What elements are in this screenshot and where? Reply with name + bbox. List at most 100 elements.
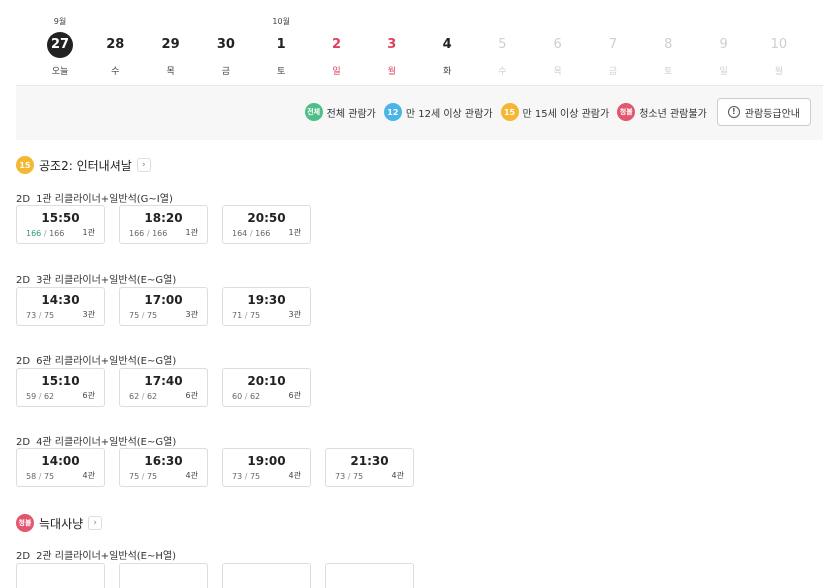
legend-label: 전체 관람가 (326, 108, 376, 120)
showtime-button[interactable]: 16:30 75 / 75 4관 (119, 448, 208, 487)
date-item[interactable]: 4화 (432, 32, 462, 77)
seat-count: 166 / 166 (129, 229, 167, 238)
rating-guide-button[interactable]: ! 관람등급안내 (716, 98, 811, 126)
hall-name: 6관 리클라이너+일반석(E~G열) (36, 356, 177, 367)
showtime-button[interactable] (16, 563, 105, 588)
date-item[interactable]: 27 오늘 (45, 32, 75, 77)
seat-count: 166 / 166 (26, 229, 64, 238)
seats-total: 75 (352, 472, 364, 481)
date-number: 27 (47, 32, 73, 58)
date-item[interactable]: 2일 (322, 32, 352, 77)
date-number: 6 (553, 37, 562, 52)
hall-name: 1관 리클라이너+일반석(G~I열) (36, 194, 173, 205)
date-item: 10 월 (764, 32, 794, 77)
format-label: 2D (16, 437, 31, 448)
seats-total: 166 (255, 229, 271, 238)
hall-name: 4관 리클라이너+일반석(E~G열) (36, 437, 177, 448)
seat-count: 60 / 62 (232, 392, 260, 401)
date-item[interactable]: 28 수 (100, 32, 130, 77)
seats-available: 59 (26, 392, 37, 401)
showtime-time: 20:50 (247, 211, 286, 225)
seats-total: 62 (146, 392, 158, 401)
legend-item: 청불 청소년 관람불가 (617, 103, 707, 121)
showtime-button[interactable]: 20:10 60 / 62 6관 (222, 368, 311, 407)
showtime-list-partial (16, 563, 414, 588)
seats-separator: / (41, 229, 50, 238)
month-label: 9월 (53, 17, 67, 26)
date-number: 9 (719, 37, 728, 52)
seat-count: 73 / 75 (26, 311, 54, 320)
seats-total: 75 (249, 472, 261, 481)
hall-label: 3관 (288, 310, 301, 319)
seats-total: 75 (43, 311, 55, 320)
info-icon: ! (727, 106, 740, 118)
showtime-button[interactable]: 15:10 59 / 62 6관 (16, 368, 105, 407)
legend-label: 만 15세 이상 관람가 (522, 108, 610, 120)
showtime-button[interactable]: 14:30 73 / 75 3관 (16, 287, 105, 326)
weekday-label: 목 (166, 67, 175, 77)
showtime-time: 15:50 (41, 211, 80, 225)
weekday-label: 오늘 (51, 67, 69, 77)
date-item[interactable]: 3월 (377, 32, 407, 77)
hall-label: 4관 (288, 471, 301, 480)
movie-title[interactable]: 공조2: 인터내셔날 (39, 157, 132, 174)
showtime-button[interactable] (325, 563, 414, 588)
showtime-time: 21:30 (350, 454, 389, 468)
rating-badge: 청불 (617, 103, 636, 121)
date-item[interactable]: 30 금 (211, 32, 241, 77)
date-number: 2 (331, 37, 342, 52)
weekday-label: 금 (608, 67, 618, 77)
showtime-button[interactable]: 19:00 73 / 75 4관 (222, 448, 311, 487)
showtime-list: 15:50 166 / 166 1관 18:20 166 / 166 1관 20:50 164… (16, 205, 311, 244)
chevron-right-icon[interactable]: › (136, 158, 151, 172)
legend-label: 청소년 관람불가 (639, 108, 707, 120)
seat-count: 58 / 75 (26, 472, 54, 481)
seats-separator: / (36, 472, 44, 481)
rating-badge-adult: 청불 (16, 514, 34, 532)
format-label: 2D (16, 194, 31, 205)
date-item: 9일 (709, 32, 739, 77)
date-item: 6목 (543, 32, 573, 77)
showtime-button[interactable]: 15:50 166 / 166 1관 (16, 205, 105, 244)
rating-badge: 전체 (304, 103, 323, 121)
showtime-time: 14:30 (41, 293, 80, 307)
legend-label: 만 12세 이상 관람가 (405, 108, 493, 120)
seats-separator: / (345, 472, 353, 481)
showtime-button[interactable]: 20:50 164 / 166 1관 (222, 205, 311, 244)
showtime-button[interactable] (222, 563, 311, 588)
hall-info: 2D 6관 리클라이너+일반석(E~G열) (16, 352, 176, 367)
date-item: 5수 (487, 32, 517, 77)
seat-count: 75 / 75 (129, 472, 157, 481)
date-number: 28 (106, 37, 125, 52)
showtime-button[interactable]: 17:40 62 / 62 6관 (119, 368, 208, 407)
rating-legend-bar: 전체 전체 관람가 12 만 12세 이상 관람가 15 만 15세 이상 관람가 청불 청소… (16, 86, 823, 140)
weekday-label: 수 (111, 67, 120, 77)
seat-count: 73 / 75 (232, 472, 260, 481)
seat-count: 164 / 166 (232, 229, 270, 238)
showtime-button[interactable]: 19:30 71 / 75 3관 (222, 287, 311, 326)
weekday-label: 수 (498, 67, 507, 77)
movie-title[interactable]: 늑대사냥 (39, 515, 83, 532)
showtime-time: 14:00 (41, 454, 80, 468)
showtime-button[interactable]: 17:00 75 / 75 3관 (119, 287, 208, 326)
showtime-button[interactable]: 21:30 73 / 75 4관 (325, 448, 414, 487)
showtime-button[interactable]: 18:20 166 / 166 1관 (119, 205, 208, 244)
chevron-right-icon[interactable]: › (88, 516, 103, 530)
seats-total: 75 (146, 311, 158, 320)
showtime-time: 15:10 (41, 374, 80, 388)
date-item: 7금 (598, 32, 628, 77)
date-item[interactable]: 29 목 (156, 32, 186, 77)
seats-separator: / (247, 229, 256, 238)
showtime-button[interactable]: 14:00 58 / 75 4관 (16, 448, 105, 487)
legend-item: 12 만 12세 이상 관람가 (383, 103, 493, 121)
seats-available: 166 (26, 229, 42, 238)
showtime-button[interactable] (119, 563, 208, 588)
seats-separator: / (36, 311, 44, 320)
hall-label: 1관 (82, 228, 95, 237)
date-item: 8토 (653, 32, 683, 77)
rating-badge-15: 15 (16, 156, 34, 174)
date-number: 4 (442, 37, 452, 52)
date-item[interactable]: 1토 (266, 32, 296, 77)
weekday-label: 월 (774, 67, 784, 77)
weekday-label: 화 (442, 67, 452, 77)
